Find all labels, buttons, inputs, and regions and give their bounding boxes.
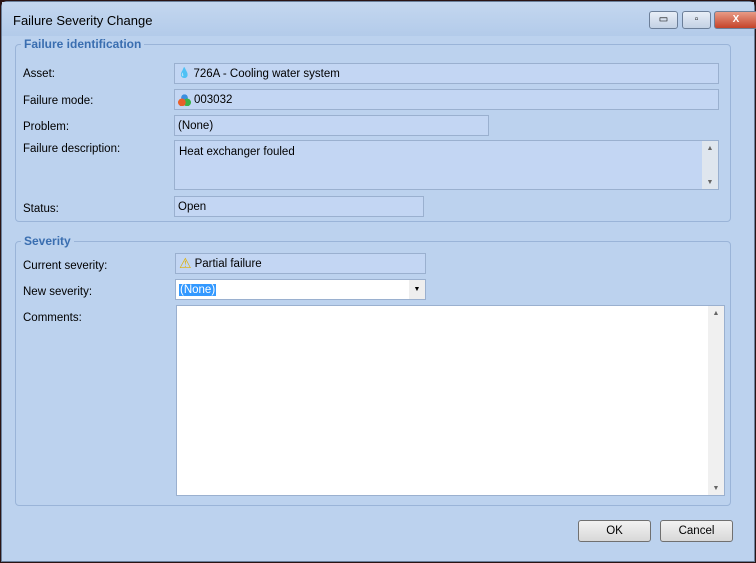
group-legend: Failure identification <box>21 37 145 51</box>
minimize-button[interactable]: ▭ <box>649 11 678 29</box>
current-severity-field: ⚠ Partial failure <box>175 253 426 274</box>
failure-mode-icon <box>178 93 191 106</box>
close-button[interactable]: X <box>714 11 756 29</box>
warning-icon: ⚠ <box>179 255 192 271</box>
asset-field: 💧 726A - Cooling water system <box>174 63 719 84</box>
failure-mode-field: 003032 <box>174 89 719 110</box>
asset-value: 726A - Cooling water system <box>193 67 340 80</box>
new-severity-select[interactable]: (None) ▼ <box>175 279 426 300</box>
window-title: Failure Severity Change <box>13 13 153 28</box>
failure-mode-value: 003032 <box>194 93 233 106</box>
title-bar: Failure Severity Change ▭ ▫ X <box>2 2 756 36</box>
new-severity-value: (None) <box>179 283 217 296</box>
failure-description-label: Failure description: <box>23 143 121 155</box>
status-label: Status: <box>23 203 59 215</box>
failure-description-field[interactable]: Heat exchanger fouled ▲ ▼ <box>174 140 719 190</box>
status-field: Open <box>174 196 424 217</box>
failure-description-value: Heat exchanger fouled <box>179 146 295 158</box>
failure-mode-label: Failure mode: <box>23 95 94 107</box>
problem-label: Problem: <box>23 121 70 133</box>
description-scrollbar[interactable]: ▲ ▼ <box>702 141 718 189</box>
group-legend: Severity <box>21 234 74 248</box>
maximize-button[interactable]: ▫ <box>682 11 711 29</box>
comments-scrollbar[interactable]: ▲ ▼ <box>708 306 724 495</box>
asset-label: Asset: <box>23 68 55 80</box>
problem-field: (None) <box>174 115 489 136</box>
new-severity-label: New severity: <box>23 286 93 298</box>
comments-input[interactable]: ▲ ▼ <box>176 305 725 496</box>
current-severity-value: Partial failure <box>194 257 262 270</box>
chevron-down-icon[interactable]: ▼ <box>409 280 425 299</box>
cancel-button[interactable]: Cancel <box>660 520 733 542</box>
asset-icon: 💧 <box>178 68 191 79</box>
ok-button[interactable]: OK <box>578 520 651 542</box>
comments-label: Comments: <box>23 312 82 324</box>
current-severity-label: Current severity: <box>23 260 108 272</box>
